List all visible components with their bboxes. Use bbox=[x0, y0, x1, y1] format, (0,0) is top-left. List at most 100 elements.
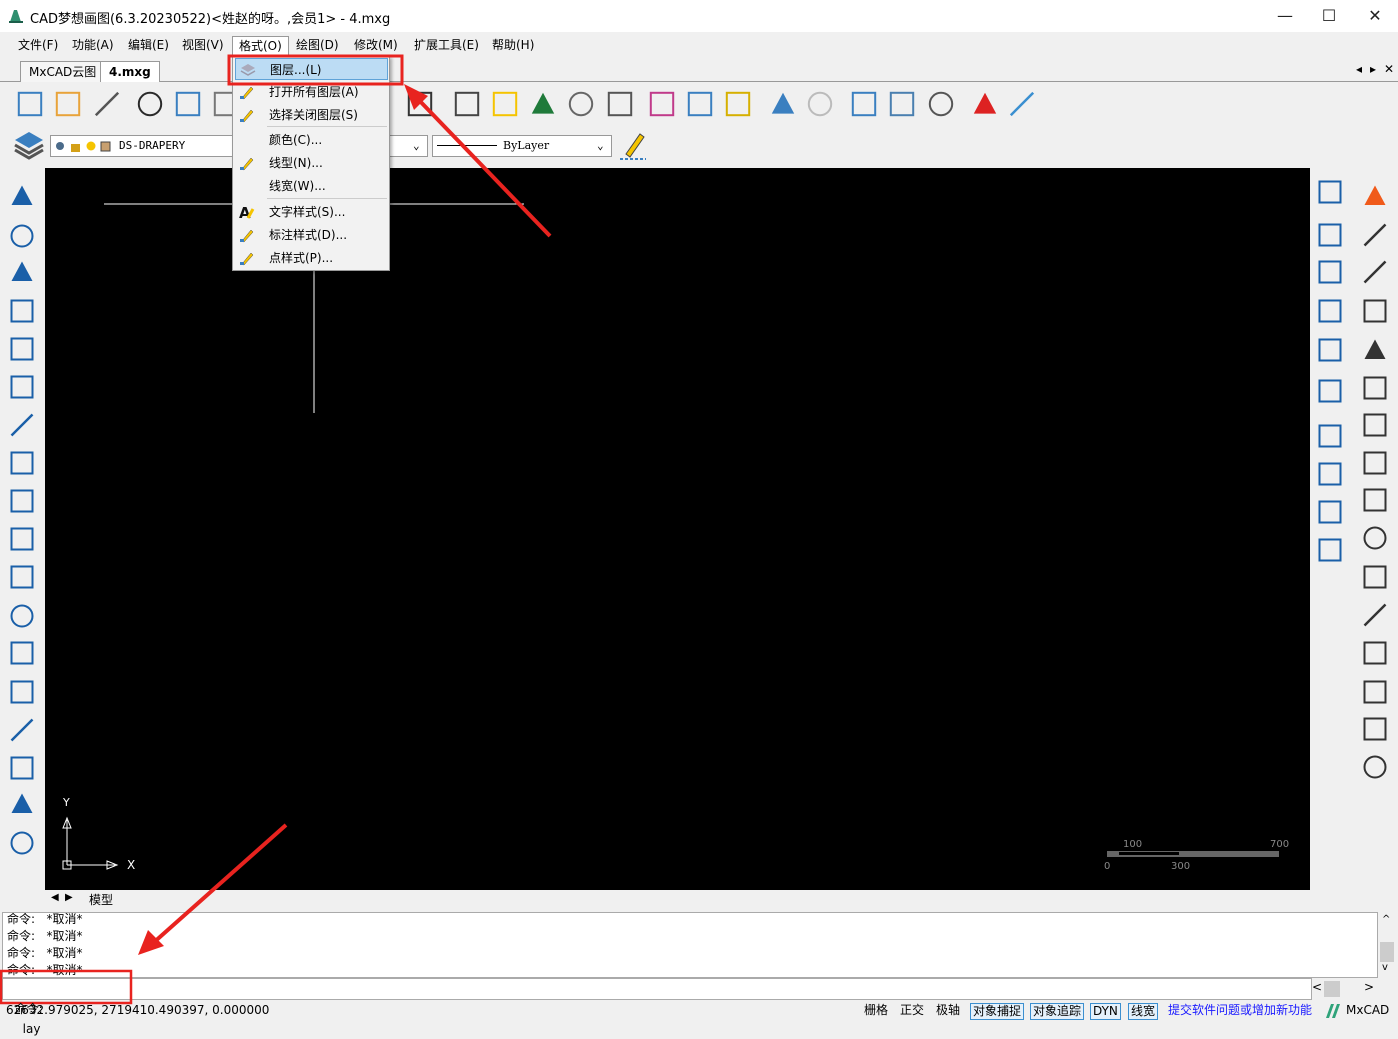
feedback-link[interactable]: 提交软件问题或增加新功能 bbox=[1166, 1003, 1314, 1020]
format-menu-item-0[interactable]: 图层...(L) bbox=[235, 58, 388, 80]
image-icon[interactable] bbox=[1006, 88, 1038, 120]
join-icon[interactable] bbox=[1360, 752, 1390, 782]
chamfer-icon[interactable] bbox=[1360, 714, 1390, 744]
format-menu-item-2[interactable]: 选择关闭图层(S) bbox=[235, 104, 388, 126]
save-as-icon[interactable] bbox=[172, 88, 204, 120]
image-insert-icon[interactable] bbox=[7, 753, 37, 783]
fillet-icon[interactable] bbox=[1360, 562, 1390, 592]
status-toggle-3[interactable]: 对象捕捉 bbox=[970, 1003, 1025, 1020]
status-toggle-6[interactable]: 线宽 bbox=[1128, 1003, 1159, 1020]
spline-icon[interactable] bbox=[7, 486, 37, 516]
menu-3[interactable]: 视图(V) bbox=[176, 36, 230, 56]
copy-icon[interactable] bbox=[1360, 220, 1390, 250]
dim-diameter-icon[interactable] bbox=[1315, 296, 1345, 326]
dim-linear-icon[interactable] bbox=[1315, 177, 1345, 207]
status-toggle-1[interactable]: 正交 bbox=[898, 1003, 926, 1020]
text-icon[interactable] bbox=[7, 715, 37, 745]
dim-angle-icon[interactable] bbox=[1315, 335, 1345, 365]
circle-icon[interactable] bbox=[7, 448, 37, 478]
history-scrollbar[interactable]: ^ v bbox=[1378, 912, 1396, 978]
rotate-icon[interactable] bbox=[1360, 296, 1390, 326]
web-icon[interactable] bbox=[925, 88, 957, 120]
polygon-icon[interactable] bbox=[7, 296, 37, 326]
format-menu-item-3[interactable]: 颜色(C)... bbox=[235, 129, 388, 151]
print-icon[interactable] bbox=[848, 88, 880, 120]
tab-4-mxg[interactable]: 4.mxg bbox=[100, 61, 160, 82]
command-line[interactable]: 命令: lay bbox=[2, 978, 1312, 1036]
edit-pencil-icon[interactable] bbox=[489, 88, 521, 120]
status-toggle-5[interactable]: DYN bbox=[1090, 1003, 1121, 1020]
menu-4[interactable]: 格式(O) bbox=[232, 36, 289, 56]
layout-next-button[interactable]: ▶ bbox=[65, 892, 73, 903]
open-folder-icon[interactable] bbox=[52, 88, 84, 120]
ellipse-icon[interactable] bbox=[7, 524, 37, 554]
format-menu-item-7[interactable]: 标注样式(D)... bbox=[235, 224, 388, 246]
zoom-extents-icon[interactable] bbox=[451, 88, 483, 120]
menu-0[interactable]: 文件(F) bbox=[12, 36, 64, 56]
status-toggle-4[interactable]: 对象追踪 bbox=[1030, 1003, 1085, 1020]
tab-model[interactable]: 模型 bbox=[89, 891, 113, 908]
menu-6[interactable]: 修改(M) bbox=[348, 36, 404, 56]
line-icon[interactable] bbox=[7, 181, 37, 211]
xline-icon[interactable] bbox=[7, 221, 37, 251]
scale-icon[interactable] bbox=[1360, 335, 1390, 365]
command-input[interactable]: lay bbox=[23, 1022, 41, 1036]
mirror-icon[interactable] bbox=[1360, 448, 1390, 478]
tab-next-button[interactable]: ▸ bbox=[1370, 62, 1376, 76]
save-icon[interactable] bbox=[91, 88, 123, 120]
minimize-button[interactable]: — bbox=[1262, 4, 1308, 28]
make-block-icon[interactable] bbox=[7, 677, 37, 707]
menu-1[interactable]: 功能(A) bbox=[66, 36, 120, 56]
open-icon[interactable] bbox=[134, 88, 166, 120]
tab-prev-button[interactable]: ◂ bbox=[1356, 62, 1362, 76]
new-file-icon[interactable] bbox=[14, 88, 46, 120]
format-menu-item-4[interactable]: 线型(N)... bbox=[235, 152, 388, 174]
menu-8[interactable]: 帮助(H) bbox=[486, 36, 540, 56]
undo-icon[interactable] bbox=[767, 88, 799, 120]
format-menu-item-1[interactable]: 打开所有图层(A) bbox=[235, 81, 388, 103]
insert-block-icon[interactable] bbox=[7, 638, 37, 668]
menu-7[interactable]: 扩展工具(E) bbox=[408, 36, 485, 56]
block-icon[interactable] bbox=[604, 88, 636, 120]
command-hscroll[interactable]: < > bbox=[1312, 980, 1378, 998]
close-button[interactable]: ✕ bbox=[1352, 4, 1398, 28]
stretch-icon[interactable] bbox=[1360, 373, 1390, 403]
layout-prev-button[interactable]: ◀ bbox=[51, 892, 59, 903]
hatch-icon[interactable] bbox=[7, 828, 37, 858]
select-icon[interactable] bbox=[684, 88, 716, 120]
dim-radius-icon[interactable] bbox=[1315, 257, 1345, 287]
list-icon[interactable] bbox=[565, 88, 597, 120]
move-icon[interactable] bbox=[1360, 257, 1390, 287]
redo-icon[interactable] bbox=[804, 88, 836, 120]
arc3-icon[interactable] bbox=[7, 410, 37, 440]
tab-close-button[interactable]: ✕ bbox=[1384, 62, 1394, 76]
bring-front-icon[interactable] bbox=[1315, 421, 1345, 451]
break-icon[interactable] bbox=[1360, 600, 1390, 630]
match-props-icon[interactable] bbox=[722, 88, 754, 120]
below-object-icon[interactable] bbox=[1315, 535, 1345, 565]
extend-icon[interactable] bbox=[1360, 638, 1390, 668]
offset-icon[interactable] bbox=[1360, 485, 1390, 515]
globe-icon[interactable] bbox=[886, 88, 918, 120]
tab-mxcad-cloud[interactable]: MxCAD云图 bbox=[20, 61, 106, 82]
linetype-select[interactable]: ByLayer ⌄ bbox=[432, 135, 612, 157]
format-menu-item-5[interactable]: 线宽(W)... bbox=[235, 175, 388, 197]
array-icon[interactable] bbox=[1360, 410, 1390, 440]
status-toggle-0[interactable]: 栅格 bbox=[862, 1003, 890, 1020]
zoom-window-icon[interactable] bbox=[404, 88, 436, 120]
above-object-icon[interactable] bbox=[1315, 497, 1345, 527]
ellipse-arc-icon[interactable] bbox=[7, 562, 37, 592]
dim-continue-icon[interactable] bbox=[1315, 376, 1345, 406]
pentagon-icon[interactable] bbox=[7, 334, 37, 364]
layer-manager-icon[interactable] bbox=[14, 130, 44, 160]
arc-icon[interactable] bbox=[7, 257, 37, 287]
drawing-canvas[interactable]: Y X 100 700 0 300 bbox=[45, 168, 1310, 890]
maximize-button[interactable]: ☐ bbox=[1306, 4, 1352, 28]
explode-icon[interactable] bbox=[1360, 677, 1390, 707]
table-icon[interactable] bbox=[527, 88, 559, 120]
color-text-icon[interactable] bbox=[646, 88, 678, 120]
menu-2[interactable]: 编辑(E) bbox=[122, 36, 175, 56]
format-menu-item-8[interactable]: 点样式(P)... bbox=[235, 247, 388, 269]
send-back-icon[interactable] bbox=[1315, 459, 1345, 489]
linetype-pencil-icon[interactable] bbox=[618, 130, 648, 160]
